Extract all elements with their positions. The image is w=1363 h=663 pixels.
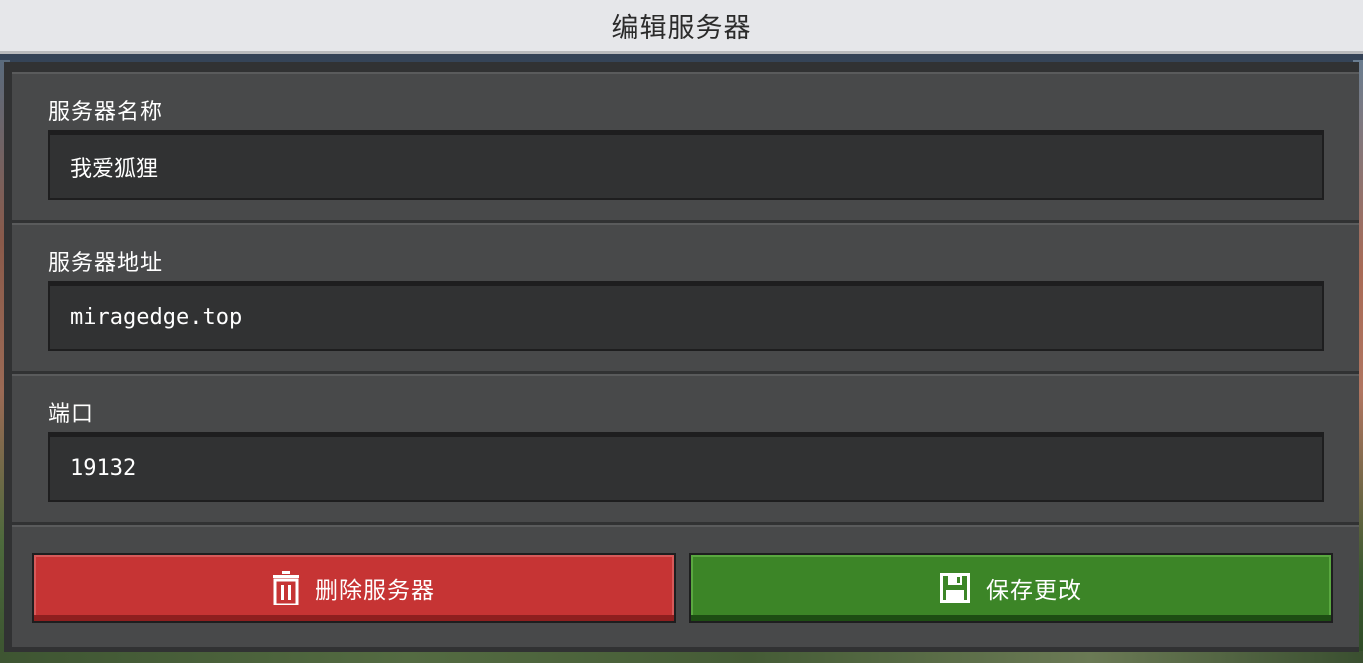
save-changes-button[interactable]: 保存更改 — [689, 553, 1333, 623]
background-bottom-edge — [0, 651, 1363, 663]
delete-server-label: 删除服务器 — [315, 578, 435, 604]
server-name-field[interactable] — [48, 130, 1324, 200]
server-name-input[interactable] — [70, 154, 1322, 179]
server-address-label: 服务器地址 — [48, 251, 164, 276]
edit-server-panel: 服务器名称 服务器地址 端口 删除服务器 — [4, 62, 1359, 652]
server-address-section: 服务器地址 — [12, 223, 1359, 371]
server-address-input[interactable] — [70, 305, 1322, 330]
title-bar: 编辑服务器 — [0, 0, 1363, 54]
port-label: 端口 — [48, 402, 95, 427]
trash-icon — [273, 571, 299, 605]
port-field[interactable] — [48, 432, 1324, 502]
page-title: 编辑服务器 — [611, 13, 752, 44]
server-name-section: 服务器名称 — [12, 72, 1359, 220]
port-section: 端口 — [12, 374, 1359, 522]
delete-server-button[interactable]: 删除服务器 — [32, 553, 676, 623]
server-address-field[interactable] — [48, 281, 1324, 351]
action-bar: 删除服务器 保存更改 — [12, 525, 1359, 647]
server-name-label: 服务器名称 — [48, 100, 164, 125]
save-changes-label: 保存更改 — [986, 578, 1082, 604]
port-input[interactable] — [70, 456, 1322, 481]
floppy-disk-icon — [940, 573, 970, 603]
